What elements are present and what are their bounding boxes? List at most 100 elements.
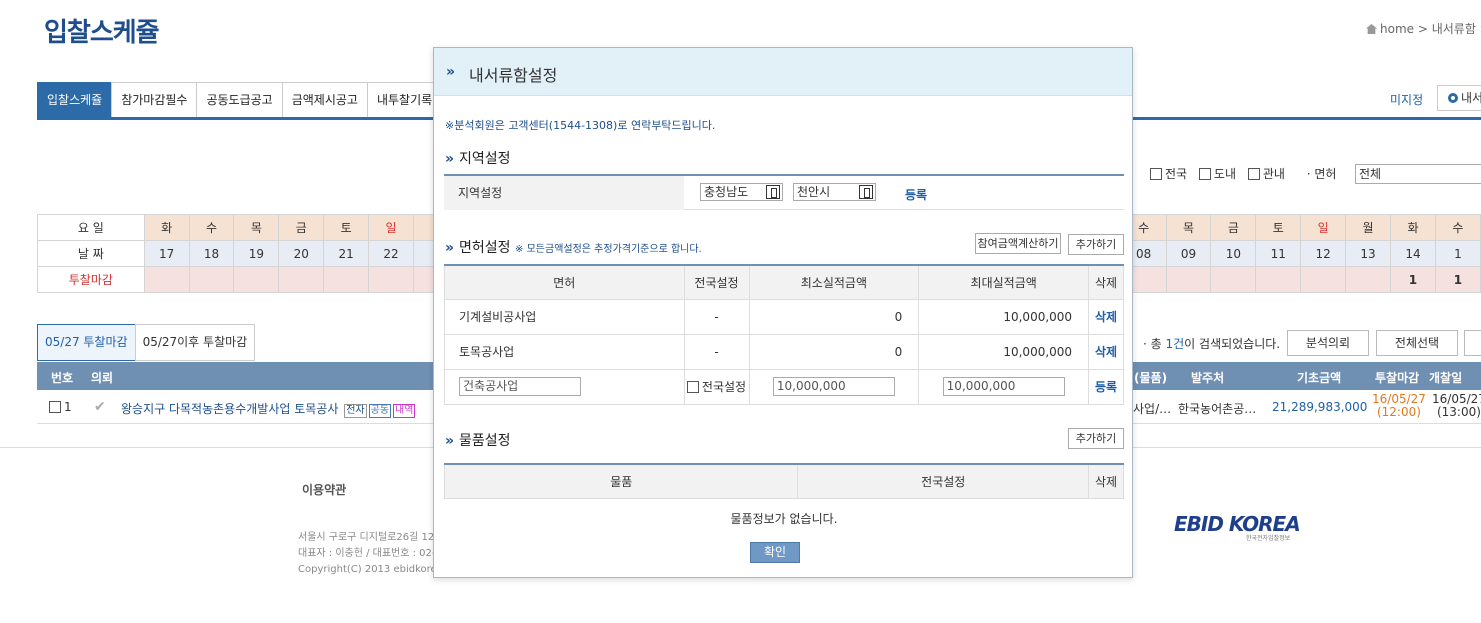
filter-label: 관내 xyxy=(1262,167,1285,181)
analysis-request-button[interactable]: 분석의뢰 xyxy=(1287,330,1369,356)
calendar-date[interactable]: 19 xyxy=(233,240,280,267)
filter-nationwide[interactable]: 전국 xyxy=(1150,167,1187,181)
license-delete-link[interactable]: 삭제 xyxy=(1088,333,1124,370)
goods-col-name: 물품 xyxy=(443,463,799,499)
section-title-text: 면허설정 xyxy=(459,240,511,256)
calendar-date[interactable]: 09 xyxy=(1165,240,1212,267)
double-chevron-icon: » xyxy=(445,240,454,256)
license-delete-link[interactable]: 삭제 xyxy=(1088,298,1124,335)
license-add-button[interactable]: 추가하기 xyxy=(1068,234,1124,255)
calendar-day: 금 xyxy=(278,214,325,241)
tab-my-bid-record[interactable]: 내투찰기록 xyxy=(366,82,443,118)
breadcrumb: home > 내서류함 > xyxy=(1366,20,1481,37)
license-name-input[interactable]: 건축공사업 xyxy=(459,377,581,396)
confirm-button[interactable]: 확인 xyxy=(750,542,800,563)
license-select[interactable]: 전체 xyxy=(1355,164,1481,184)
result-prefix: · 총 xyxy=(1143,337,1166,351)
calendar-count xyxy=(368,266,415,293)
goods-col-delete: 삭제 xyxy=(1088,463,1124,499)
license-section-title: » 면허설정 ※ 모든금액설정은 추정가격기준으로 합니다. xyxy=(445,237,702,257)
calendar-close-label: 투찰마감 xyxy=(37,266,145,293)
badge-detail[interactable]: 내역 xyxy=(393,404,416,418)
footer-terms[interactable]: 이용약관 xyxy=(302,481,346,498)
calendar-date[interactable]: 12 xyxy=(1300,240,1347,267)
calendar-day: 월 xyxy=(1345,214,1392,241)
calendar-day: 화 xyxy=(143,214,190,241)
col-base-amount: 기초금액 xyxy=(1297,371,1342,385)
col-open: 개찰일 xyxy=(1429,371,1463,385)
calendar-date[interactable]: 11 xyxy=(1255,240,1302,267)
region-setting-row: 지역설정 충청남도 천안시 등록 xyxy=(444,174,1124,210)
calendar-count xyxy=(1165,266,1212,293)
calendar-day: 일 xyxy=(368,214,415,241)
chevron-down-icon xyxy=(859,185,873,199)
goods-section-title: » 물품설정 xyxy=(445,430,511,450)
tab-price-offer[interactable]: 금액제시공고 xyxy=(281,82,368,118)
logo-subtitle: 한국전자입찰정보 xyxy=(1246,535,1291,542)
calendar-count[interactable]: 1 xyxy=(1390,266,1436,293)
select-all-button[interactable]: 전체선택 xyxy=(1376,330,1458,356)
subtab-today-deadline[interactable]: 05/27 투찰마감 xyxy=(37,324,136,361)
calendar-day: 금 xyxy=(1210,214,1257,241)
max-amount-input[interactable]: 10,000,000 xyxy=(942,377,1065,396)
goods-col-national: 전국설정 xyxy=(797,463,1090,499)
open-time: (13:00) xyxy=(1436,405,1481,419)
close-time: (12:00) xyxy=(1376,405,1421,419)
checkbox[interactable] xyxy=(1247,168,1260,180)
calendar-count xyxy=(1255,266,1302,293)
my-docs-settings-button[interactable]: 내서 xyxy=(1437,85,1481,111)
section-title-text: 물품설정 xyxy=(459,433,511,449)
checkbox[interactable] xyxy=(1198,168,1211,180)
gear-icon xyxy=(1448,93,1458,103)
license-col-name: 면허 xyxy=(444,264,685,300)
subtab-after-deadline[interactable]: 05/27이후 투찰마감 xyxy=(134,324,256,361)
tab-bid-schedule[interactable]: 입찰스케쥴 xyxy=(37,82,113,118)
row-base-amount: 21,289,983,000 xyxy=(1272,400,1368,414)
calendar-date[interactable]: 18 xyxy=(188,240,235,267)
breadcrumb-text[interactable]: home > 내서류함 > xyxy=(1380,22,1481,36)
license-name: 토목공사업 xyxy=(444,333,685,370)
calendar-date[interactable]: 14 xyxy=(1390,240,1436,267)
unassigned-link[interactable]: 미지정 xyxy=(1390,91,1423,108)
calendar-date[interactable]: 21 xyxy=(323,240,370,267)
modal-header: » 내서류함설정 xyxy=(434,48,1132,96)
calendar-date[interactable]: 22 xyxy=(368,240,415,267)
result-suffix: 이 검색되었습니다. xyxy=(1184,337,1281,351)
checkbox[interactable] xyxy=(49,401,61,413)
province-select[interactable]: 충청남도 xyxy=(700,183,783,201)
calendar-date[interactable]: 17 xyxy=(143,240,190,267)
footer-addr-line: 서울시 구로구 디지털로26길 12 xyxy=(298,532,435,543)
filter-in-province[interactable]: 도내 xyxy=(1198,167,1237,181)
calendar-date[interactable]: 13 xyxy=(1345,240,1392,267)
row-title-text[interactable]: 왕승지구 다목적농촌용수개발사업 토목공사 xyxy=(121,402,338,416)
region-register-link[interactable]: 등록 xyxy=(905,186,927,203)
more-button[interactable] xyxy=(1464,330,1481,356)
license-register-link[interactable]: 등록 xyxy=(1088,368,1124,405)
tab-joint-contract[interactable]: 공동도급공고 xyxy=(196,82,283,118)
goods-add-button[interactable]: 추가하기 xyxy=(1068,428,1124,449)
calendar-count xyxy=(188,266,235,293)
calendar-day: 화 xyxy=(1390,214,1436,241)
modal-title: 내서류함설정 xyxy=(469,66,558,85)
calc-participation-button[interactable]: 참여금액계산하기 xyxy=(975,233,1061,254)
row-title[interactable]: 왕승지구 다목적농촌용수개발사업 토목공사 전자 공동 내역 xyxy=(121,400,416,418)
double-chevron-icon: » xyxy=(445,151,454,167)
calendar-day: 토 xyxy=(323,214,370,241)
tab-required-participation[interactable]: 참가마감필수 xyxy=(111,82,198,118)
close-date: 16/05/27 xyxy=(1372,392,1426,406)
calendar-date[interactable]: 1 xyxy=(1434,240,1481,267)
checkbox[interactable] xyxy=(1150,168,1162,180)
row-checkbox[interactable]: 1 xyxy=(49,400,72,414)
filter-in-district[interactable]: 관내 xyxy=(1247,167,1285,181)
calendar-count[interactable]: 1 xyxy=(1434,266,1481,293)
filter-label: 도내 xyxy=(1213,167,1237,181)
national-checkbox[interactable] xyxy=(686,381,699,393)
min-amount-input[interactable]: 10,000,000 xyxy=(772,377,895,396)
license-max: 10,000,000 xyxy=(918,298,1090,335)
filter-label: 전국 xyxy=(1165,167,1188,181)
calendar-date[interactable]: 20 xyxy=(278,240,325,267)
calendar-count xyxy=(233,266,280,293)
col-no: 번호 xyxy=(51,371,74,385)
calendar-date[interactable]: 10 xyxy=(1210,240,1257,267)
city-select[interactable]: 천안시 xyxy=(793,183,876,201)
